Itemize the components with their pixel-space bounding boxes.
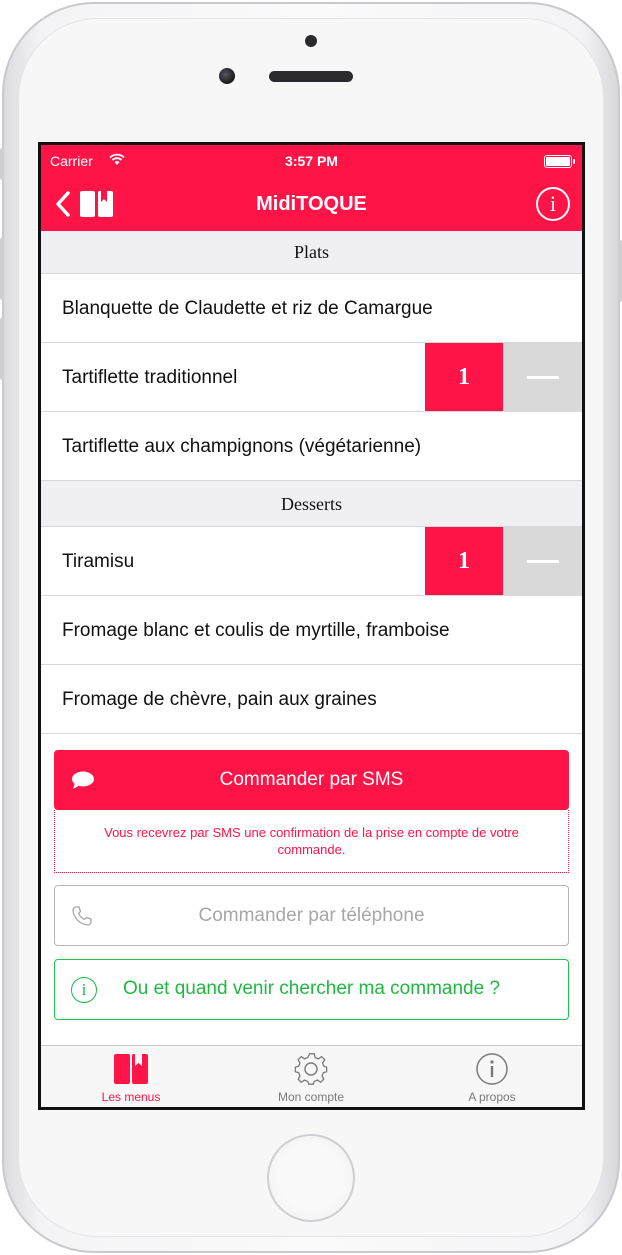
section-header-plats: Plats (41, 231, 582, 274)
order-sms-button[interactable]: Commander par SMS (54, 750, 569, 810)
item-label: Tartiflette aux champignons (végétarienn… (62, 436, 422, 457)
tab-a-propos[interactable]: A propos (402, 1046, 582, 1107)
tab-label: Mon compte (277, 1090, 345, 1104)
status-bar: Carrier 3:57 PM (41, 145, 582, 177)
item-label: Tiramisu (62, 551, 135, 572)
quantity-badge[interactable]: 1 (425, 343, 503, 411)
earpiece-speaker (269, 71, 353, 82)
home-button[interactable] (267, 1134, 355, 1222)
list-item[interactable]: Tiramisu 1 (41, 527, 582, 596)
info-icon (476, 1053, 508, 1085)
volume-down-button (0, 318, 4, 380)
tab-les-menus[interactable]: Les menus (41, 1046, 221, 1107)
nav-bar: MidiTOQUE i (41, 177, 582, 231)
page-title: MidiTOQUE (256, 193, 367, 215)
status-time: 3:57 PM (285, 153, 338, 169)
section-header-desserts: Desserts (41, 481, 582, 527)
order-phone-label: Commander par téléphone (198, 905, 425, 926)
pickup-info-button[interactable]: i Ou et quand venir chercher ma commande… (54, 959, 569, 1020)
front-camera (219, 68, 235, 84)
pickup-info-label: Ou et quand venir chercher ma commande ? (122, 978, 501, 999)
item-label: Tartiflette traditionnel (62, 367, 238, 388)
list-item[interactable]: Fromage de chèvre, pain aux graines (41, 665, 582, 734)
menu-book-icon (114, 1054, 148, 1084)
mute-switch (0, 148, 4, 180)
list-item[interactable]: Tartiflette traditionnel 1 (41, 343, 582, 412)
decrement-button[interactable] (503, 343, 582, 411)
power-button (618, 240, 622, 302)
tab-label: A propos (468, 1090, 516, 1104)
item-label: Blanquette de Claudette et riz de Camarg… (62, 298, 433, 319)
app-screen: Carrier 3:57 PM MidiTOQUE i Plats Blanqu… (38, 142, 585, 1110)
tab-label: Les menus (101, 1090, 161, 1104)
order-sms-label: Commander par SMS (219, 769, 404, 790)
quantity-badge[interactable]: 1 (425, 527, 503, 595)
proximity-sensor (305, 35, 317, 47)
volume-up-button (0, 238, 4, 300)
item-label: Fromage blanc et coulis de myrtille, fra… (62, 620, 450, 641)
tab-bar: Les menus Mon compte A propos (41, 1045, 582, 1107)
battery-icon (544, 155, 575, 168)
order-phone-button[interactable]: Commander par téléphone (54, 885, 569, 946)
list-item[interactable]: Fromage blanc et coulis de myrtille, fra… (41, 596, 582, 665)
decrement-button[interactable] (503, 527, 582, 595)
menu-list: Plats Blanquette de Claudette et riz de … (41, 231, 582, 734)
item-label: Fromage de chèvre, pain aux graines (62, 689, 377, 710)
list-item[interactable]: Tartiflette aux champignons (végétarienn… (41, 412, 582, 481)
list-item[interactable]: Blanquette de Claudette et riz de Camarg… (41, 274, 582, 343)
gear-icon (294, 1053, 328, 1085)
minus-icon (527, 560, 559, 563)
info-icon[interactable]: i (536, 187, 570, 221)
sms-confirmation-note: Vous recevrez par SMS une confirmation d… (54, 810, 569, 873)
minus-icon (527, 376, 559, 379)
tab-mon-compte[interactable]: Mon compte (221, 1046, 401, 1107)
